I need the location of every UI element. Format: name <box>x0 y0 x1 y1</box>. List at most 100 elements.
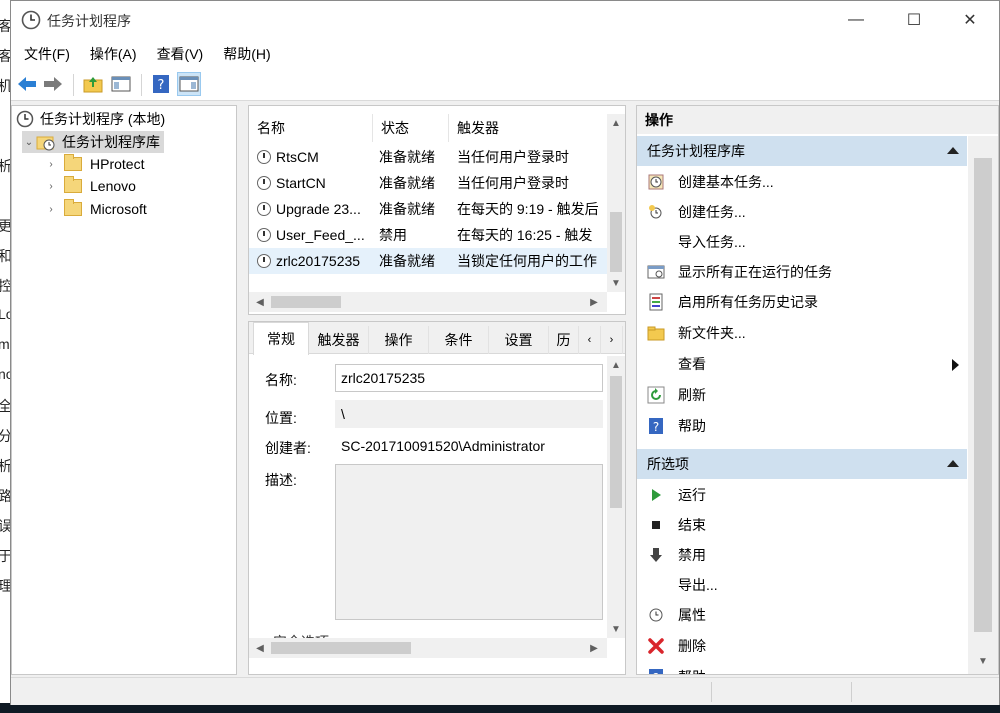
task-row[interactable]: RtsCM 准备就绪 当任何用户登录时 <box>249 144 607 170</box>
scroll-down-icon[interactable]: ▼ <box>607 620 625 638</box>
scroll-up-icon[interactable]: ▲ <box>607 356 625 374</box>
scroll-down-icon[interactable]: ▼ <box>607 274 625 292</box>
action-label: 显示所有正在运行的任务 <box>678 264 832 280</box>
maximize-button[interactable]: ☐ <box>885 1 943 39</box>
tree-root-label: 任务计划程序 (本地) <box>40 111 166 127</box>
title-bar[interactable]: 任务计划程序 — ☐ ✕ <box>11 1 999 39</box>
tree-item-lenovo[interactable]: › Lenovo <box>44 175 136 197</box>
tab-settings[interactable]: 设置 <box>489 326 549 354</box>
back-button[interactable] <box>15 72 39 96</box>
scroll-thumb[interactable] <box>271 296 341 308</box>
action-new-folder[interactable]: 新文件夹... <box>637 318 967 348</box>
task-row-selected[interactable]: zrlc20175235 准备就绪 当锁定任何用户的工作 <box>249 248 607 274</box>
tab-conditions[interactable]: 条件 <box>429 326 489 354</box>
task-status: 准备就绪 <box>379 253 435 269</box>
collapse-icon[interactable] <box>947 460 959 467</box>
history-icon <box>646 292 666 312</box>
tab-triggers[interactable]: 触发器 <box>309 326 369 354</box>
tab-actions[interactable]: 操作 <box>369 326 429 354</box>
export-icon <box>646 575 666 595</box>
help-button[interactable]: ? <box>149 72 173 96</box>
tab-scroll-left-icon[interactable]: ‹ <box>579 326 601 354</box>
action-delete[interactable]: 删除 <box>637 631 967 661</box>
column-header-status[interactable]: 状态 <box>373 114 449 142</box>
action-label: 新文件夹... <box>678 325 746 341</box>
section-task-library[interactable]: 任务计划程序库 <box>637 136 967 166</box>
action-enable-history[interactable]: 启用所有任务历史记录 <box>637 287 967 317</box>
scroll-thumb[interactable] <box>271 642 411 654</box>
action-help[interactable]: ? 帮助 <box>637 411 967 441</box>
tab-general[interactable]: 常规 <box>253 322 309 355</box>
running-tasks-icon <box>646 262 666 282</box>
task-row[interactable]: StartCN 准备就绪 当任何用户登录时 <box>249 170 607 196</box>
action-end[interactable]: 结束 <box>637 510 967 540</box>
task-name: Upgrade 23... <box>276 201 361 217</box>
chevron-right-icon: › <box>49 180 53 192</box>
chevron-down-icon: ⌄ <box>24 136 34 148</box>
task-row[interactable]: User_Feed_... 禁用 在每天的 16:25 - 触发 <box>249 222 607 248</box>
scroll-up-icon[interactable]: ▲ <box>607 114 625 132</box>
close-button[interactable]: ✕ <box>941 1 999 39</box>
action-disable[interactable]: 禁用 <box>637 540 967 570</box>
task-clock-icon <box>257 254 271 268</box>
action-label: 帮助 <box>678 418 706 434</box>
scroll-right-icon[interactable]: ▶ <box>585 293 603 311</box>
task-list-vertical-scrollbar[interactable]: ▲ ▼ <box>607 114 625 292</box>
scroll-thumb[interactable] <box>610 212 622 272</box>
tree-item-microsoft[interactable]: › Microsoft <box>44 198 147 220</box>
action-label: 创建基本任务... <box>678 174 774 190</box>
task-trigger: 当任何用户登录时 <box>457 149 569 165</box>
section-selected-item[interactable]: 所选项 <box>637 449 967 479</box>
stop-icon <box>646 515 666 535</box>
action-label: 运行 <box>678 487 706 503</box>
scroll-thumb[interactable] <box>610 376 622 508</box>
tab-scroll-right-icon[interactable]: › <box>601 326 623 354</box>
details-tabs: 常规 触发器 操作 条件 设置 历 ‹ › <box>249 322 625 355</box>
menu-help[interactable]: 帮助(H) <box>213 44 280 64</box>
collapse-icon[interactable] <box>947 147 959 154</box>
column-header-trigger[interactable]: 触发器 <box>449 114 607 142</box>
action-import-task[interactable]: 导入任务... <box>637 227 967 257</box>
column-header-name[interactable]: 名称 <box>249 114 373 142</box>
show-hide-action-pane-button[interactable] <box>177 72 201 96</box>
action-run[interactable]: 运行 <box>637 480 967 510</box>
tree-root[interactable]: 任务计划程序 (本地) <box>16 108 165 130</box>
delete-x-icon <box>646 636 666 656</box>
tree-item-library[interactable]: ⌄ 任务计划程序库 <box>22 131 164 153</box>
tree-item-hprotect[interactable]: › HProtect <box>44 153 144 175</box>
action-help-selected[interactable]: ? 帮助 <box>637 662 967 674</box>
name-field[interactable]: zrlc20175235 <box>335 364 603 392</box>
scroll-right-icon[interactable]: ▶ <box>585 639 603 657</box>
scroll-down-icon[interactable]: ▼ <box>974 652 992 670</box>
details-vertical-scrollbar[interactable]: ▲ ▼ <box>607 356 625 638</box>
action-view[interactable]: 查看 <box>637 349 967 379</box>
action-properties[interactable]: 属性 <box>637 600 967 630</box>
details-horizontal-scrollbar[interactable]: ◀ ▶ <box>249 638 607 658</box>
help-icon: ? <box>153 75 169 93</box>
action-create-basic-task[interactable]: 创建基本任务... <box>637 167 967 197</box>
menu-action[interactable]: 操作(A) <box>80 44 147 64</box>
section-title: 任务计划程序库 <box>647 143 745 159</box>
show-hide-console-tree-button[interactable] <box>109 72 133 96</box>
svg-text:?: ? <box>653 420 659 434</box>
task-status: 准备就绪 <box>379 149 435 165</box>
menu-file[interactable]: 文件(F) <box>14 44 80 64</box>
action-show-running-tasks[interactable]: 显示所有正在运行的任务 <box>637 257 967 287</box>
task-list-horizontal-scrollbar[interactable]: ◀ ▶ <box>249 292 607 312</box>
scroll-left-icon[interactable]: ◀ <box>251 293 269 311</box>
scroll-thumb[interactable] <box>974 158 992 632</box>
description-field[interactable] <box>335 464 603 620</box>
task-name: zrlc20175235 <box>276 253 361 269</box>
actions-vertical-scrollbar[interactable]: ▼ <box>968 136 998 674</box>
menu-view[interactable]: 查看(V) <box>147 44 214 64</box>
task-row[interactable]: Upgrade 23... 准备就绪 在每天的 9:19 - 触发后 <box>249 196 607 222</box>
action-create-task[interactable]: 创建任务... <box>637 197 967 227</box>
forward-button[interactable] <box>41 72 65 96</box>
minimize-button[interactable]: — <box>827 1 885 39</box>
scroll-left-icon[interactable]: ◀ <box>251 639 269 657</box>
tab-history[interactable]: 历 <box>549 326 579 354</box>
action-export[interactable]: 导出... <box>637 570 967 600</box>
up-folder-button[interactable] <box>81 72 105 96</box>
action-refresh[interactable]: 刷新 <box>637 380 967 410</box>
status-divider <box>711 682 712 702</box>
